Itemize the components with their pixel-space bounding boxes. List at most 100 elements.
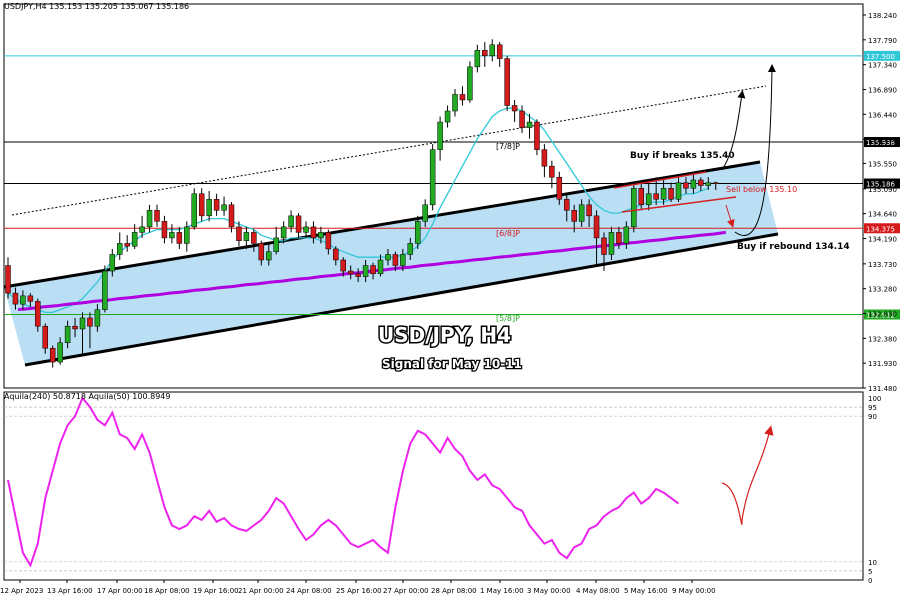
time-tick-label: 4 May 08:00 [576,587,620,595]
time-tick-label: 27 Apr 00:00 [383,587,429,595]
candle-body [94,309,101,327]
price-tick-label: 133.730 [868,261,897,269]
candle-body [131,232,138,247]
candle-body [79,317,86,330]
oscillator-tick-label: 0 [868,577,872,585]
buy-rebound-label: Buy if rebound 134.14 [737,242,850,252]
oscillator-line [7,396,680,568]
candle-body [347,270,354,275]
candle-body [459,94,466,101]
candle-body [318,232,324,239]
candle-body [489,44,495,57]
candle-body [72,325,78,330]
price-tick-label: 131.930 [868,360,897,368]
price-tick-label: 136.440 [868,111,897,119]
price-tick-label: 131.480 [868,385,897,393]
candle-body [273,237,279,252]
symbol-header: USDJPY,H4 135.153 135.205 135.067 135.18… [4,2,190,11]
sell-below-label: Sell below 135.10 [726,185,797,194]
candle-body [117,243,123,255]
candle-body [623,226,630,244]
price-tick-label: 135.090 [868,186,897,194]
candle-body [429,149,436,206]
time-tick-label: 28 Apr 08:00 [431,587,477,595]
time-tick-label: 25 Apr 16:00 [336,587,382,595]
candle-body [556,176,563,200]
candle-body [266,251,272,261]
candle-body [191,193,197,228]
candle-body [713,182,719,184]
price-tick-label: 134.190 [868,235,897,243]
candle-body [295,215,302,233]
candle-body [705,182,712,186]
candle-body [20,295,26,305]
candle-body [87,317,93,327]
candle-body [228,204,235,228]
candle-body [258,243,265,261]
time-tick-label: 12 Apr 2023 [0,587,43,595]
candle-body [631,188,637,228]
candle-body [698,179,704,186]
oscillator-panel: 1009590 1050 [4,395,881,585]
candle-body [146,210,153,228]
time-tick-label: 9 May 00:00 [672,587,716,595]
price-tick-label: 133.280 [868,286,897,294]
price-tick-label: 134.640 [868,211,897,219]
candle-body [280,226,287,239]
candle-body [377,259,384,275]
time-tick-label: 19 Apr 16:00 [193,587,239,595]
candle-body [124,243,130,247]
candle-body [504,58,510,106]
candle-body [452,94,458,112]
candle-body [288,215,294,228]
candle-body [355,273,361,277]
time-axis: 12 Apr 2023 13 Apr 16:00 17 Apr 00:00 18 Ap… [0,580,716,595]
price-tick-label: 135.990 [868,136,897,144]
candle-body [169,232,175,239]
time-tick-label: 5 May 16:00 [624,587,668,595]
candle-body [102,270,108,310]
candle-body [422,204,428,222]
candle-body [571,210,577,222]
candle-body [474,50,481,68]
candle-body [176,232,183,244]
candle-body [482,50,488,57]
candle-body [668,188,674,200]
price-tick-label: 135.550 [868,160,897,168]
candle-body [154,210,160,222]
candle-body [400,254,406,266]
oscillator-tick-label: 5 [868,568,872,576]
candle-body [683,182,689,189]
candle-body [526,121,533,128]
candle-body [35,301,41,327]
time-tick-label: 24 Apr 08:00 [286,587,332,595]
time-tick-label: 17 Apr 00:00 [97,587,143,595]
price-tick-label: 132.380 [868,335,897,343]
candle-body [467,66,473,101]
candle-body [206,199,212,217]
oscillator-panel-frame [3,391,864,581]
price-tick-label: 138.240 [868,12,897,20]
price-axis: 138.240 137.790 137.340 136.890 136.440 135.9… [863,12,897,393]
candle-body [593,215,600,239]
candle-body [49,348,56,363]
oscillator-tick-label: 10 [868,559,877,567]
price-level-label: 137.500 [866,53,895,61]
candle-body [608,232,615,255]
oscillator-tick-label: 90 [868,413,877,421]
candle-body [645,193,652,206]
time-tick-label: 13 Apr 16:00 [47,587,93,595]
chart-title: USD/JPY, H4 [378,323,511,347]
oscillator-projection-arrow [721,425,774,525]
candle-body [57,342,63,363]
candle-body [161,221,168,239]
candle-body [303,226,309,233]
murrey-level-label: [5/8]P [496,314,520,323]
buy-breakout-label: Buy if breaks 135.40 [630,151,735,161]
time-tick-label: 3 May 00:00 [527,587,571,595]
candle-body [578,204,585,222]
candle-body [653,193,659,200]
candle-body [64,325,71,344]
candle-body [690,179,697,189]
candle-body [310,226,317,239]
